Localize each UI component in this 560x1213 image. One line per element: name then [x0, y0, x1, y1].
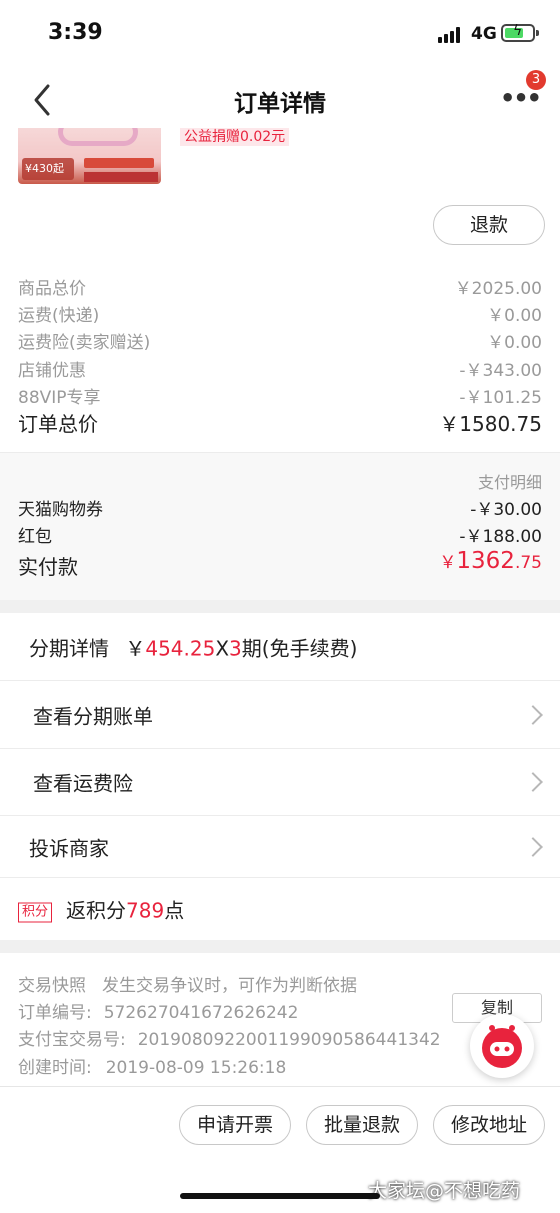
paid-label: 实付款 [18, 555, 78, 579]
summary-row: 88VIP专享 -￥101.25 [18, 388, 542, 408]
chevron-right-icon [523, 772, 543, 792]
nav-bar: 订单详情 ••• 3 [0, 70, 560, 128]
product-image[interactable]: ¥430起 [18, 128, 161, 184]
order-total-value: ￥1580.75 [439, 412, 542, 436]
payment-row: 天猫购物券 -￥30.00 [18, 500, 542, 520]
more-icon[interactable]: ••• [500, 84, 542, 114]
summary-row: 运费险(卖家赠送) ￥0.00 [18, 333, 542, 353]
batch-refund-button[interactable]: 批量退款 [306, 1105, 418, 1145]
signal-icon [438, 27, 464, 43]
summary-row: 商品总价 ￥2025.00 [18, 279, 542, 299]
alipay-number: 支付宝交易号: 2019080922001199090586441342 [18, 1030, 441, 1050]
status-bar: 3:39 4G ϟ [0, 0, 560, 70]
chevron-right-icon [523, 836, 543, 857]
edit-address-button[interactable]: 修改地址 [433, 1105, 545, 1145]
order-total-row: 订单总价 ￥1580.75 [18, 408, 542, 438]
charity-badge: 公益捐赠0.02元 [180, 128, 290, 146]
points-row: 积分 返积分789点 [0, 878, 560, 940]
section-divider [0, 940, 560, 953]
watermark: 大家坛@不想吃药 [368, 1180, 521, 1202]
page-title: 订单详情 [234, 91, 326, 117]
section-divider [0, 600, 560, 613]
notification-badge: 3 [526, 70, 546, 90]
paid-amount: ￥1362.75 [439, 548, 542, 574]
installment-row: 分期详情 ￥454.25X3期(免手续费) [0, 613, 560, 681]
order-total-label: 订单总价 [18, 412, 98, 436]
menu-item-complain-merchant[interactable]: 投诉商家 [0, 816, 560, 878]
menu-item-installment-bill[interactable]: 查看分期账单 [0, 681, 560, 749]
payment-row: 红包 -￥188.00 [18, 527, 542, 547]
menu-item-shipping-insurance[interactable]: 查看运费险 [0, 749, 560, 816]
summary-row: 店铺优惠 -￥343.00 [18, 361, 542, 381]
order-number: 订单编号: 572627041672626242 [18, 1003, 299, 1023]
status-time: 3:39 [48, 20, 103, 45]
payment-detail-link[interactable]: 支付明细 [478, 469, 542, 493]
created-time: 创建时间: 2019-08-09 15:26:18 [18, 1058, 287, 1078]
chevron-right-icon [523, 704, 543, 725]
product-price-tag: ¥430起 [22, 158, 74, 180]
home-indicator[interactable] [180, 1193, 380, 1199]
customer-service-icon[interactable] [470, 1014, 534, 1078]
apply-invoice-button[interactable]: 申请开票 [179, 1105, 291, 1145]
trade-snapshot[interactable]: 交易快照 发生交易争议时，可作为判断依据 [18, 971, 357, 996]
points-tag: 积分 [18, 902, 53, 923]
refund-button[interactable]: 退款 [433, 205, 545, 245]
network-type: 4G [471, 24, 497, 44]
summary-row: 运费(快递) ￥0.00 [18, 306, 542, 326]
battery-icon: ϟ [501, 23, 539, 42]
